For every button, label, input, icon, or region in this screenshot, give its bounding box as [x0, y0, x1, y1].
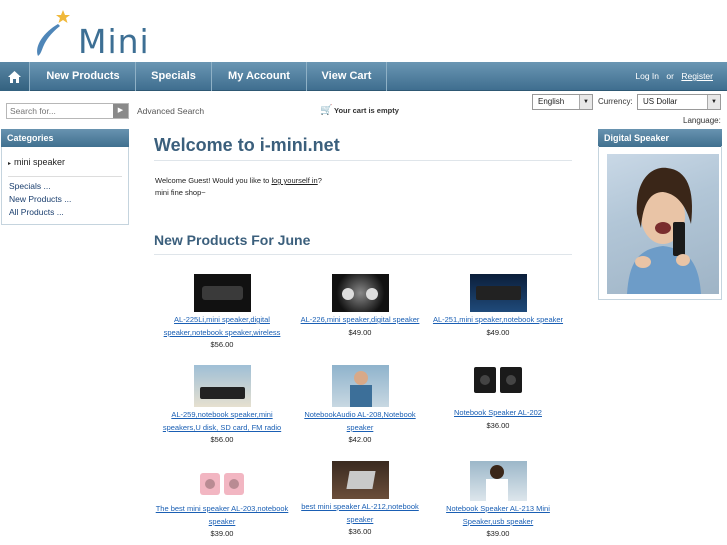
categories-box: ▸ mini speaker Specials ... New Products …: [1, 147, 129, 225]
categories-heading: Categories: [1, 129, 129, 147]
product-price: $56.00: [210, 435, 234, 444]
product-link[interactable]: AL-251,mini speaker,notebook speaker: [428, 314, 568, 327]
product-card: Notebook Speaker AL-213 Mini Speaker,usb…: [428, 461, 568, 540]
language-select[interactable]: English ▼: [532, 94, 593, 110]
product-image[interactable]: [470, 365, 527, 395]
home-icon: [8, 70, 21, 83]
section-title: New Products For June: [154, 232, 311, 248]
nav-new-products[interactable]: New Products: [31, 62, 136, 91]
nav-view-cart[interactable]: View Cart: [307, 62, 387, 91]
chevron-down-icon: ▼: [707, 95, 720, 109]
product-image[interactable]: [193, 365, 251, 407]
login-link[interactable]: log yourself in: [271, 176, 317, 185]
promo-box: [598, 146, 722, 300]
promo-image[interactable]: [607, 154, 719, 294]
product-price: $39.00: [210, 529, 234, 538]
login-link[interactable]: Log In: [635, 71, 659, 81]
nav-specials[interactable]: Specials: [136, 62, 212, 91]
home-button[interactable]: [0, 62, 30, 91]
category-item[interactable]: ▸ mini speaker: [8, 157, 65, 167]
product-price: $49.00: [348, 327, 372, 337]
product-link[interactable]: best mini speaker AL-212,notebook speake…: [290, 501, 430, 526]
product-link[interactable]: The best mini speaker AL-203,notebook sp…: [152, 503, 292, 528]
welcome-suffix: ?: [317, 176, 322, 185]
welcome-prefix: Welcome Guest! Would you like to: [155, 176, 270, 185]
product-link[interactable]: AL-259,notebook speaker,mini speakers,U …: [152, 409, 292, 434]
currency-select[interactable]: US Dollar ▼: [637, 94, 721, 110]
product-image[interactable]: [331, 461, 389, 499]
divider: [154, 254, 572, 255]
product-image[interactable]: [193, 274, 251, 312]
main-nav: New Products Specials My Account View Ca…: [0, 62, 727, 91]
sidebar-link-all-products[interactable]: All Products ...: [9, 207, 64, 217]
product-image[interactable]: [469, 461, 527, 501]
product-image[interactable]: [194, 465, 251, 501]
product-link[interactable]: Notebook Speaker AL-202: [428, 407, 568, 420]
product-link[interactable]: Notebook Speaker AL-213 Mini Speaker,usb…: [428, 503, 568, 528]
category-label: mini speaker: [14, 157, 66, 167]
digital-speaker-heading: Digital Speaker: [598, 129, 722, 147]
divider: [8, 176, 122, 177]
triangle-right-icon: ▸: [8, 161, 12, 167]
or-text: or: [666, 71, 674, 81]
product-image[interactable]: [331, 274, 389, 312]
currency-value: US Dollar: [643, 97, 678, 106]
cart-status[interactable]: 🛒 Your cart is empty: [320, 105, 399, 116]
product-price: $36.00: [348, 527, 372, 536]
cart-status-text: Your cart is empty: [334, 106, 399, 115]
product-link[interactable]: AL-225Li,mini speaker,digital speaker,no…: [152, 314, 292, 339]
search-box: ▶: [6, 103, 129, 119]
divider: [154, 160, 572, 161]
sidebar-link-specials[interactable]: Specials ...: [9, 181, 51, 191]
sidebar-link-new-products[interactable]: New Products ...: [9, 194, 71, 204]
language-value: English: [538, 97, 565, 106]
product-price: $36.00: [486, 420, 510, 430]
search-input[interactable]: [7, 104, 114, 118]
currency-label: Currency:: [598, 97, 633, 106]
product-card: AL-226,mini speaker,digital speaker $49.…: [290, 274, 430, 339]
product-card: AL-251,mini speaker,notebook speaker $49…: [428, 274, 568, 339]
shop-tagline: mini fine shop~: [155, 188, 206, 197]
product-image[interactable]: [331, 365, 389, 407]
product-card: AL-259,notebook speaker,mini speakers,U …: [152, 365, 292, 446]
product-card: best mini speaker AL-212,notebook speake…: [290, 461, 430, 538]
welcome-message: Welcome Guest! Would you like to log you…: [155, 175, 322, 199]
promo-photo: [627, 167, 701, 294]
logo-text: Mini: [78, 22, 150, 61]
product-link[interactable]: AL-226,mini speaker,digital speaker: [290, 314, 430, 327]
site-logo[interactable]: Mini: [30, 8, 170, 61]
product-link[interactable]: NotebookAudio AL-208,Notebook speaker: [290, 409, 430, 434]
advanced-search-link[interactable]: Advanced Search: [137, 106, 204, 116]
register-link[interactable]: Register: [681, 71, 713, 81]
auth-links: Log In or Register: [630, 62, 713, 91]
nav-my-account[interactable]: My Account: [212, 62, 307, 91]
language-label: Language:: [683, 116, 721, 125]
chevron-down-icon: ▼: [579, 95, 592, 109]
cart-icon: 🛒: [320, 105, 333, 116]
product-price: $56.00: [210, 340, 234, 349]
product-price: $49.00: [486, 327, 510, 337]
arrow-right-icon: ▶: [117, 107, 124, 114]
product-card: NotebookAudio AL-208,Notebook speaker $4…: [290, 365, 430, 446]
product-image[interactable]: [469, 274, 527, 312]
product-card: AL-225Li,mini speaker,digital speaker,no…: [152, 274, 292, 351]
page-title: Welcome to i-mini.net: [154, 135, 340, 155]
product-card: The best mini speaker AL-203,notebook sp…: [152, 465, 292, 540]
product-price: $42.00: [348, 435, 372, 444]
search-submit-button[interactable]: ▶: [113, 104, 128, 118]
product-card: Notebook Speaker AL-202 $36.00: [428, 365, 568, 432]
product-price: $39.00: [486, 529, 510, 538]
